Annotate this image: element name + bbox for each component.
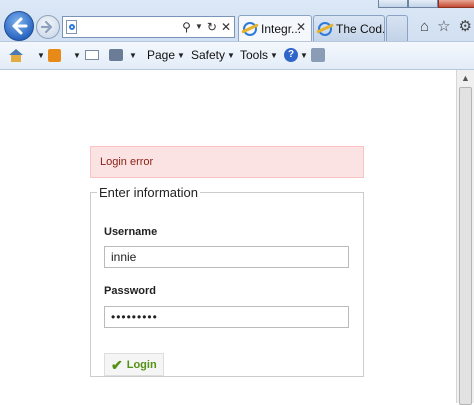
stop-icon[interactable]: ✕ (221, 18, 231, 36)
new-tab-button[interactable] (386, 15, 408, 41)
address-bar: ⚲ ▼ ↻ ✕ (62, 16, 235, 38)
maximize-button[interactable] (408, 0, 438, 8)
dropdown-icon[interactable]: ▼ (195, 18, 203, 36)
scroll-up-icon[interactable]: ▲ (457, 70, 474, 87)
login-button[interactable]: ✔ Login (104, 353, 164, 376)
username-input[interactable] (104, 246, 349, 268)
browser-right-icons: ⌂ ☆ ⚙ (420, 18, 472, 36)
ie-page-icon (243, 21, 257, 36)
home-menu[interactable]: ▼ (9, 47, 45, 63)
browser-chrome: ⚲ ▼ ↻ ✕ Integr... ✕ The Cod... ⌂ ☆ ⚙ ▼ ▼ (0, 0, 474, 70)
tab-label: The Cod... (336, 21, 384, 36)
mail-icon (85, 50, 99, 60)
checkmark-icon: ✔ (111, 356, 123, 373)
gear-icon[interactable]: ⚙ (459, 18, 472, 36)
tab-integr[interactable]: Integr... ✕ (238, 15, 312, 41)
login-button-label: Login (126, 358, 157, 371)
search-icon[interactable]: ⚲ (182, 18, 191, 36)
chevron-down-icon: ▼ (37, 50, 45, 60)
fieldset-legend: Enter information (99, 185, 198, 200)
command-bar: ▼ ▼ ▼ Page ▼ Safety ▼ Tools ▼ ? ▼ (0, 41, 474, 70)
password-label: Password (104, 285, 156, 297)
chevron-down-icon: ▼ (73, 50, 81, 60)
address-tools: ⚲ ▼ ↻ ✕ (182, 18, 231, 36)
mail-button[interactable] (85, 47, 99, 63)
help-icon: ? (284, 48, 298, 62)
star-icon[interactable]: ☆ (437, 18, 450, 36)
vertical-scrollbar[interactable]: ▲ (456, 70, 474, 405)
password-input[interactable] (104, 306, 349, 328)
research-icon (311, 48, 325, 62)
tools-menu-label: Tools (240, 48, 269, 62)
research-button[interactable] (311, 47, 325, 63)
safety-menu-label: Safety (191, 48, 226, 62)
safety-menu[interactable]: Safety ▼ (191, 47, 235, 63)
refresh-icon[interactable]: ↻ (207, 18, 217, 36)
username-label: Username (104, 226, 158, 238)
address-input[interactable] (79, 19, 175, 35)
error-message: Login error (100, 156, 154, 168)
back-button[interactable] (4, 11, 34, 41)
feeds-menu[interactable]: ▼ (48, 47, 81, 63)
login-fieldset: Enter information Username Password ✔ Lo… (90, 185, 364, 377)
page-menu-label: Page (147, 48, 176, 62)
chevron-down-icon: ▼ (129, 50, 137, 60)
feeds-icon (48, 48, 61, 62)
print-menu[interactable]: ▼ (109, 47, 137, 63)
forward-icon (40, 20, 53, 34)
forward-button[interactable] (36, 15, 60, 39)
chevron-down-icon: ▼ (270, 50, 278, 60)
chevron-down-icon: ▼ (227, 50, 235, 60)
print-icon (109, 49, 123, 61)
chevron-down-icon: ▼ (300, 50, 308, 60)
tab-the-cod[interactable]: The Cod... (313, 15, 385, 41)
tools-menu[interactable]: Tools ▼ (240, 47, 278, 63)
chevron-down-icon: ▼ (177, 50, 185, 60)
error-message-box: Login error (90, 146, 364, 178)
back-icon (12, 17, 28, 35)
close-window-button[interactable] (438, 0, 474, 8)
page-icon (66, 20, 77, 34)
page-menu[interactable]: Page ▼ (147, 47, 185, 63)
window-controls (378, 0, 474, 8)
minimize-button[interactable] (378, 0, 408, 8)
ie-page-icon (318, 21, 332, 36)
home-icon[interactable]: ⌂ (420, 18, 429, 36)
close-tab-icon[interactable]: ✕ (296, 20, 306, 34)
home-icon (9, 48, 23, 62)
help-menu[interactable]: ? ▼ (284, 47, 308, 63)
scrollbar-thumb[interactable] (459, 87, 472, 405)
